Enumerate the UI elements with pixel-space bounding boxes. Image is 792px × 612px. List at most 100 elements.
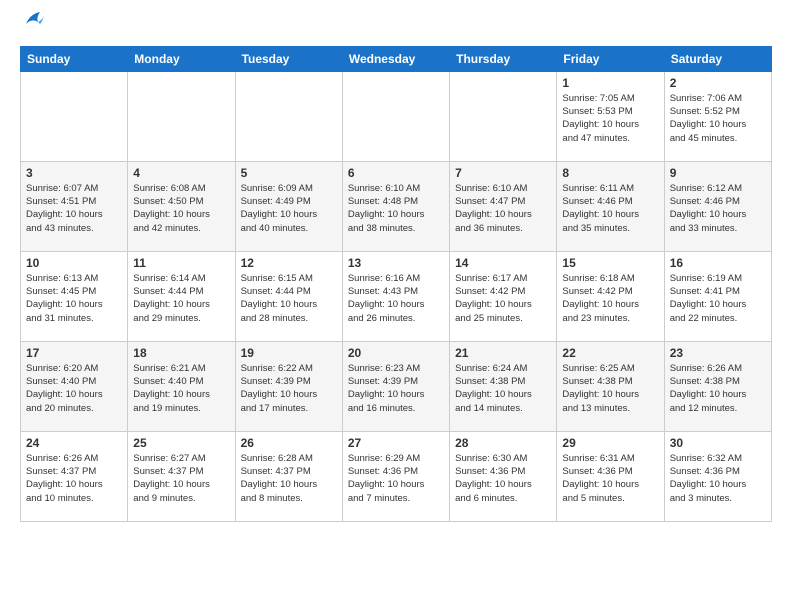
- day-number: 25: [133, 436, 229, 450]
- day-number: 10: [26, 256, 122, 270]
- day-info: Sunrise: 6:28 AM Sunset: 4:37 PM Dayligh…: [241, 452, 337, 505]
- day-info: Sunrise: 6:31 AM Sunset: 4:36 PM Dayligh…: [562, 452, 658, 505]
- day-info: Sunrise: 6:07 AM Sunset: 4:51 PM Dayligh…: [26, 182, 122, 235]
- day-number: 7: [455, 166, 551, 180]
- calendar-cell: 13 Sunrise: 6:16 AM Sunset: 4:43 PM Dayli…: [342, 251, 449, 341]
- day-number: 12: [241, 256, 337, 270]
- day-number: 28: [455, 436, 551, 450]
- weekday-header-tuesday: Tuesday: [235, 46, 342, 71]
- calendar-cell: 3 Sunrise: 6:07 AM Sunset: 4:51 PM Daylig…: [21, 161, 128, 251]
- page: SundayMondayTuesdayWednesdayThursdayFrid…: [0, 0, 792, 538]
- day-info: Sunrise: 6:21 AM Sunset: 4:40 PM Dayligh…: [133, 362, 229, 415]
- day-number: 3: [26, 166, 122, 180]
- day-number: 1: [562, 76, 658, 90]
- calendar-cell: 17 Sunrise: 6:20 AM Sunset: 4:40 PM Dayli…: [21, 341, 128, 431]
- calendar-week-2: 10 Sunrise: 6:13 AM Sunset: 4:45 PM Dayli…: [21, 251, 772, 341]
- day-number: 30: [670, 436, 766, 450]
- day-number: 24: [26, 436, 122, 450]
- day-info: Sunrise: 6:26 AM Sunset: 4:37 PM Dayligh…: [26, 452, 122, 505]
- day-number: 9: [670, 166, 766, 180]
- calendar-cell: 8 Sunrise: 6:11 AM Sunset: 4:46 PM Daylig…: [557, 161, 664, 251]
- calendar-cell: 24 Sunrise: 6:26 AM Sunset: 4:37 PM Dayli…: [21, 431, 128, 521]
- day-info: Sunrise: 6:24 AM Sunset: 4:38 PM Dayligh…: [455, 362, 551, 415]
- day-number: 22: [562, 346, 658, 360]
- day-number: 11: [133, 256, 229, 270]
- calendar-cell: 6 Sunrise: 6:10 AM Sunset: 4:48 PM Daylig…: [342, 161, 449, 251]
- calendar-cell: 29Sunrise: 6:31 AM Sunset: 4:36 PM Dayli…: [557, 431, 664, 521]
- calendar-cell: [21, 71, 128, 161]
- calendar-cell: 23 Sunrise: 6:26 AM Sunset: 4:38 PM Dayli…: [664, 341, 771, 431]
- weekday-header-sunday: Sunday: [21, 46, 128, 71]
- day-info: Sunrise: 6:14 AM Sunset: 4:44 PM Dayligh…: [133, 272, 229, 325]
- calendar-cell: 15Sunrise: 6:18 AM Sunset: 4:42 PM Dayli…: [557, 251, 664, 341]
- calendar-cell: 22 Sunrise: 6:25 AM Sunset: 4:38 PM Dayli…: [557, 341, 664, 431]
- weekday-header-thursday: Thursday: [450, 46, 557, 71]
- day-info: Sunrise: 6:11 AM Sunset: 4:46 PM Dayligh…: [562, 182, 658, 235]
- calendar-week-4: 24 Sunrise: 6:26 AM Sunset: 4:37 PM Dayli…: [21, 431, 772, 521]
- day-info: Sunrise: 6:19 AM Sunset: 4:41 PM Dayligh…: [670, 272, 766, 325]
- day-info: Sunrise: 6:15 AM Sunset: 4:44 PM Dayligh…: [241, 272, 337, 325]
- day-info: Sunrise: 6:32 AM Sunset: 4:36 PM Dayligh…: [670, 452, 766, 505]
- calendar-week-3: 17 Sunrise: 6:20 AM Sunset: 4:40 PM Dayli…: [21, 341, 772, 431]
- weekday-header-friday: Friday: [557, 46, 664, 71]
- day-info: Sunrise: 7:06 AM Sunset: 5:52 PM Dayligh…: [670, 92, 766, 145]
- calendar-cell: 28 Sunrise: 6:30 AM Sunset: 4:36 PM Dayli…: [450, 431, 557, 521]
- day-number: 8: [562, 166, 658, 180]
- day-number: 2: [670, 76, 766, 90]
- calendar-cell: 18 Sunrise: 6:21 AM Sunset: 4:40 PM Dayli…: [128, 341, 235, 431]
- day-number: 19: [241, 346, 337, 360]
- calendar-week-1: 3 Sunrise: 6:07 AM Sunset: 4:51 PM Daylig…: [21, 161, 772, 251]
- calendar-cell: 12 Sunrise: 6:15 AM Sunset: 4:44 PM Dayli…: [235, 251, 342, 341]
- header: [20, 16, 772, 36]
- day-info: Sunrise: 6:13 AM Sunset: 4:45 PM Dayligh…: [26, 272, 122, 325]
- calendar-cell: 20Sunrise: 6:23 AM Sunset: 4:39 PM Dayli…: [342, 341, 449, 431]
- calendar-table: SundayMondayTuesdayWednesdayThursdayFrid…: [20, 46, 772, 522]
- day-number: 23: [670, 346, 766, 360]
- day-number: 26: [241, 436, 337, 450]
- calendar-cell: 10 Sunrise: 6:13 AM Sunset: 4:45 PM Dayli…: [21, 251, 128, 341]
- day-info: Sunrise: 6:17 AM Sunset: 4:42 PM Dayligh…: [455, 272, 551, 325]
- calendar-cell: 19 Sunrise: 6:22 AM Sunset: 4:39 PM Dayli…: [235, 341, 342, 431]
- day-info: Sunrise: 6:20 AM Sunset: 4:40 PM Dayligh…: [26, 362, 122, 415]
- day-number: 18: [133, 346, 229, 360]
- logo-bird-icon: [22, 10, 44, 28]
- day-number: 4: [133, 166, 229, 180]
- day-number: 14: [455, 256, 551, 270]
- day-info: Sunrise: 6:16 AM Sunset: 4:43 PM Dayligh…: [348, 272, 444, 325]
- calendar-cell: 9 Sunrise: 6:12 AM Sunset: 4:46 PM Daylig…: [664, 161, 771, 251]
- calendar-cell: 16 Sunrise: 6:19 AM Sunset: 4:41 PM Dayli…: [664, 251, 771, 341]
- day-info: Sunrise: 6:08 AM Sunset: 4:50 PM Dayligh…: [133, 182, 229, 235]
- calendar-cell: [450, 71, 557, 161]
- calendar-cell: 30 Sunrise: 6:32 AM Sunset: 4:36 PM Dayli…: [664, 431, 771, 521]
- day-info: Sunrise: 6:12 AM Sunset: 4:46 PM Dayligh…: [670, 182, 766, 235]
- weekday-header-saturday: Saturday: [664, 46, 771, 71]
- calendar-cell: 7 Sunrise: 6:10 AM Sunset: 4:47 PM Daylig…: [450, 161, 557, 251]
- day-info: Sunrise: 6:26 AM Sunset: 4:38 PM Dayligh…: [670, 362, 766, 415]
- calendar-cell: 27 Sunrise: 6:29 AM Sunset: 4:36 PM Dayli…: [342, 431, 449, 521]
- calendar-cell: 5Sunrise: 6:09 AM Sunset: 4:49 PM Daylig…: [235, 161, 342, 251]
- logo: [20, 16, 44, 36]
- day-info: Sunrise: 6:30 AM Sunset: 4:36 PM Dayligh…: [455, 452, 551, 505]
- calendar-cell: [342, 71, 449, 161]
- day-number: 16: [670, 256, 766, 270]
- calendar-week-0: 1 Sunrise: 7:05 AM Sunset: 5:53 PM Daylig…: [21, 71, 772, 161]
- day-info: Sunrise: 6:10 AM Sunset: 4:48 PM Dayligh…: [348, 182, 444, 235]
- day-info: Sunrise: 6:23 AM Sunset: 4:39 PM Dayligh…: [348, 362, 444, 415]
- day-number: 6: [348, 166, 444, 180]
- day-number: 15: [562, 256, 658, 270]
- day-info: Sunrise: 6:25 AM Sunset: 4:38 PM Dayligh…: [562, 362, 658, 415]
- day-info: Sunrise: 6:10 AM Sunset: 4:47 PM Dayligh…: [455, 182, 551, 235]
- day-info: Sunrise: 6:22 AM Sunset: 4:39 PM Dayligh…: [241, 362, 337, 415]
- day-info: Sunrise: 6:09 AM Sunset: 4:49 PM Dayligh…: [241, 182, 337, 235]
- calendar-cell: 25 Sunrise: 6:27 AM Sunset: 4:37 PM Dayli…: [128, 431, 235, 521]
- calendar-cell: 2 Sunrise: 7:06 AM Sunset: 5:52 PM Daylig…: [664, 71, 771, 161]
- day-number: 17: [26, 346, 122, 360]
- day-info: Sunrise: 6:29 AM Sunset: 4:36 PM Dayligh…: [348, 452, 444, 505]
- day-number: 13: [348, 256, 444, 270]
- day-number: 21: [455, 346, 551, 360]
- weekday-header-row: SundayMondayTuesdayWednesdayThursdayFrid…: [21, 46, 772, 71]
- day-info: Sunrise: 6:27 AM Sunset: 4:37 PM Dayligh…: [133, 452, 229, 505]
- day-number: 27: [348, 436, 444, 450]
- calendar-cell: 21 Sunrise: 6:24 AM Sunset: 4:38 PM Dayli…: [450, 341, 557, 431]
- day-info: Sunrise: 7:05 AM Sunset: 5:53 PM Dayligh…: [562, 92, 658, 145]
